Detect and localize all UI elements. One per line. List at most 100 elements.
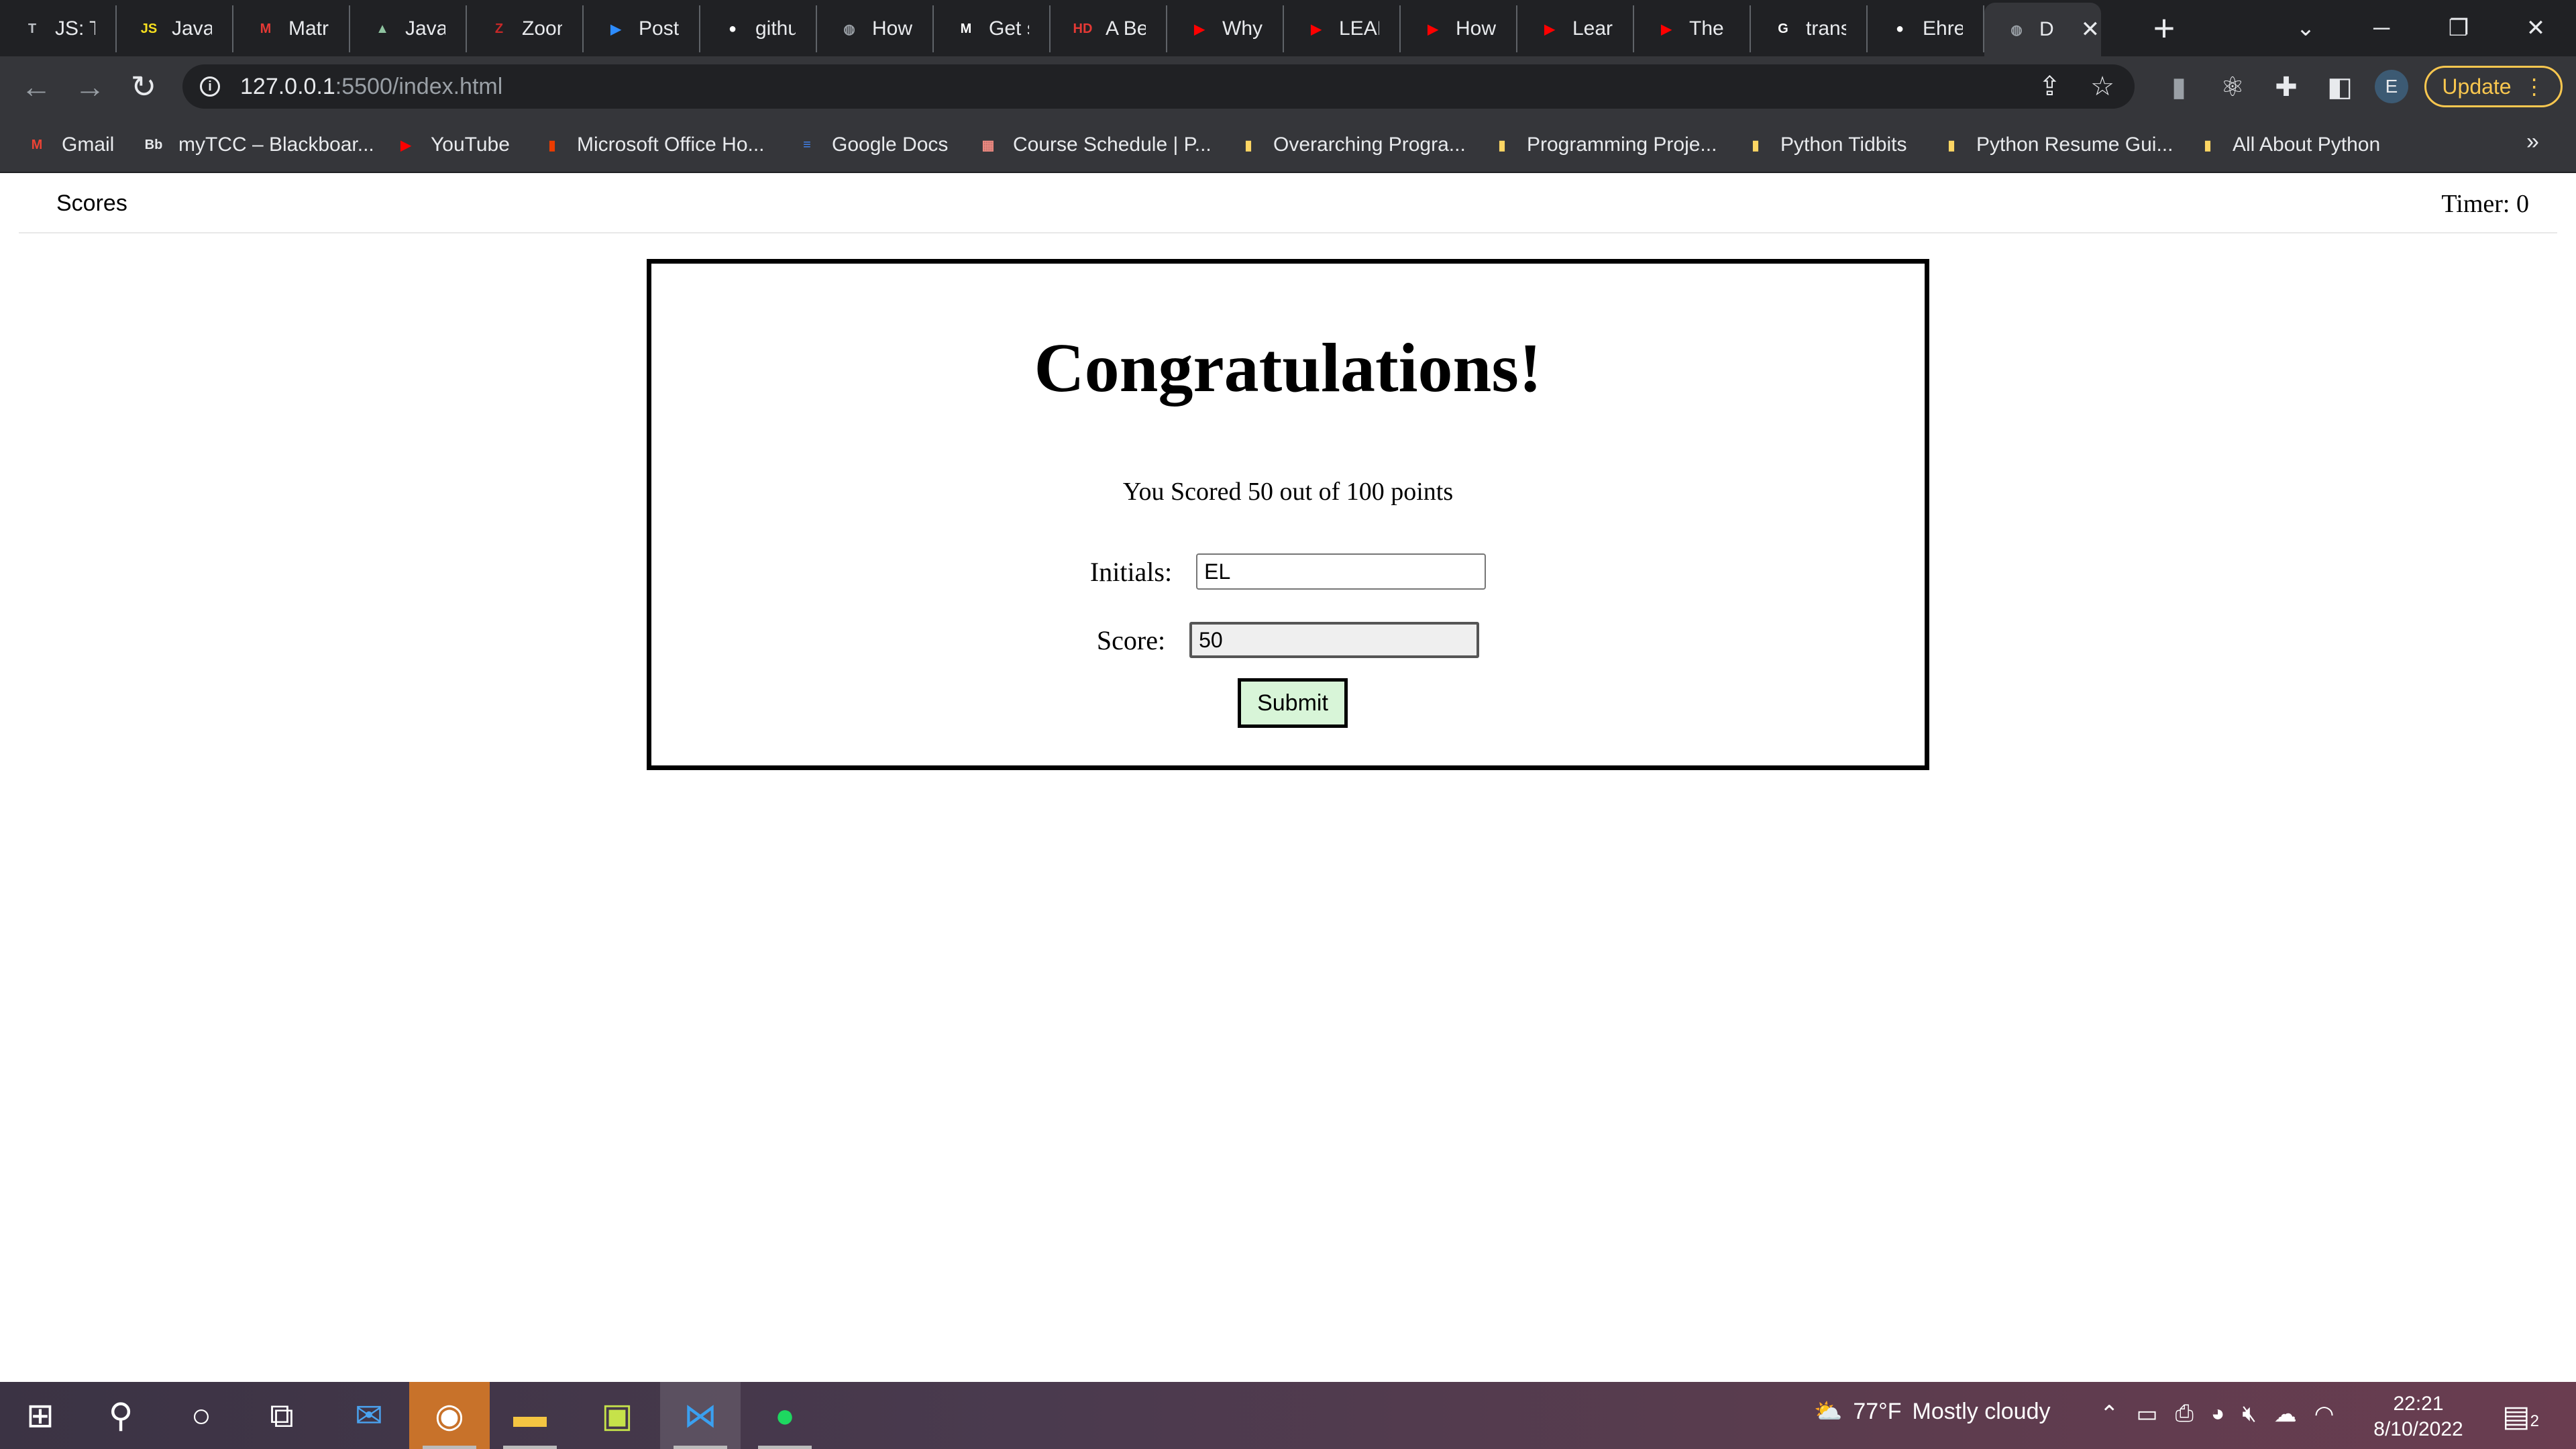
browser-tab[interactable]: ▶ Why (1167, 5, 1284, 52)
tab-title: JavaS (172, 17, 212, 40)
more-menu-icon: ⋮ (2523, 74, 2545, 99)
system-clock[interactable]: 22:21 8/10/2022 (2368, 1391, 2469, 1442)
tab-favicon-icon: ▶ (1311, 21, 1322, 37)
tab-search-icon[interactable]: ⌄ (2269, 7, 2343, 50)
restore-button[interactable]: ❐ (2422, 7, 2496, 50)
tab-title: Matri (288, 17, 329, 40)
mail-icon[interactable]: ✉ (329, 1382, 409, 1449)
browser-tab[interactable]: ▶ The R (1634, 5, 1751, 52)
vscode-icon[interactable]: ⋈ (660, 1382, 741, 1449)
bookmark-favicon-icon: ▮ (1244, 138, 1252, 153)
react-extension-icon[interactable]: ⚛ (2214, 68, 2251, 106)
initials-input[interactable] (1196, 553, 1487, 590)
tab-title: D (2039, 18, 2054, 40)
weather-condition: Mostly cloudy (1912, 1398, 2051, 1424)
page-header: Scores Timer: 0 (19, 190, 2557, 233)
volume-muted-icon[interactable]: 🔇︎ (2242, 1401, 2256, 1428)
browser-tab[interactable]: ▶ Post / (584, 5, 700, 52)
bookmark-item[interactable]: Bb myTCC – Blackboar... (142, 129, 374, 161)
scores-link[interactable]: Scores (56, 191, 127, 217)
tab-title: JavaS (405, 17, 445, 40)
bookmark-star-icon[interactable]: ☆ (2090, 71, 2114, 102)
browser-tab[interactable]: HD A Beg (1051, 5, 1167, 52)
close-window-button[interactable]: ✕ (2499, 7, 2573, 50)
page-content: Scores Timer: 0 Congratulations! You Sco… (0, 173, 2576, 1382)
task-view-icon[interactable]: ⧉ (241, 1382, 322, 1449)
bookmarks-overflow-icon[interactable]: » (2526, 129, 2539, 155)
bookmark-item[interactable]: ▮ Microsoft Office Ho... (541, 129, 764, 161)
forward-arrow-icon[interactable]: → (70, 66, 110, 107)
browser-tab[interactable]: Z Zoom (467, 5, 584, 52)
browser-tab[interactable]: ▶ How (1401, 5, 1517, 52)
notification-center-icon[interactable]: ▤2 (2502, 1399, 2539, 1434)
bookmark-favicon-icon: ▮ (2204, 138, 2212, 153)
update-button[interactable]: Update ⋮ (2424, 66, 2563, 107)
site-info-icon[interactable]: i (200, 76, 220, 97)
congratulations-heading: Congratulations! (1034, 329, 1542, 407)
initials-row: Initials: (651, 553, 1925, 590)
tab-favicon-icon: M (960, 21, 972, 36)
browser-tab[interactable]: ● Ehren (1868, 5, 1984, 52)
browser-toolbar: ← → ↻ i 127.0.0.1:5500/index.html ⇪ ☆ ▮ … (0, 56, 2576, 117)
browser-tab[interactable]: JS JavaS (117, 5, 233, 52)
browser-tab[interactable]: ▲ JavaS (350, 5, 467, 52)
browser-tab[interactable]: M Matri (233, 5, 350, 52)
active-browser-tab[interactable]: ◍ D ✕ (1984, 3, 2101, 56)
bookmark-item[interactable]: ≡ Google Docs (796, 129, 948, 161)
battery-icon[interactable]: ▭ (2137, 1401, 2158, 1428)
back-arrow-icon[interactable]: ← (16, 66, 56, 107)
submit-button[interactable]: Submit (1238, 678, 1348, 728)
browser-tab[interactable]: ◍ How (817, 5, 934, 52)
bookmark-item[interactable]: ▮ All About Python (2196, 129, 2380, 161)
score-input (1189, 622, 1480, 658)
bookmark-label: myTCC – Blackboar... (178, 133, 374, 156)
windows-start-icon[interactable]: ⊞ (0, 1382, 80, 1449)
side-panel-icon[interactable]: ◧ (2321, 68, 2359, 106)
wifi-icon[interactable]: ◠ (2314, 1401, 2334, 1428)
address-bar[interactable]: i 127.0.0.1:5500/index.html ⇪ ☆ (182, 64, 2135, 109)
bookmark-item[interactable]: ▮ Python Resume Gui... (1940, 129, 2173, 161)
onedrive-icon[interactable]: ☁ (2274, 1401, 2297, 1428)
pycharm-icon[interactable]: ▣ (577, 1382, 657, 1449)
security-icon[interactable]: ◕ (2211, 1401, 2225, 1428)
tab-title: JS: Tr (55, 17, 95, 40)
extension-mouse-icon[interactable]: ▮ (2160, 68, 2198, 106)
browser-tab[interactable]: T JS: Tr (0, 5, 117, 52)
score-message: You Scored 50 out of 100 points (1122, 478, 1454, 506)
tab-favicon-icon: ● (728, 21, 737, 36)
score-row: Score: (651, 622, 1925, 658)
file-explorer-icon[interactable]: ▬ (490, 1382, 570, 1449)
browser-tab[interactable]: ▶ LEARI (1284, 5, 1401, 52)
bookmark-favicon-icon: ▮ (1752, 138, 1760, 153)
profile-avatar[interactable]: E (2375, 70, 2408, 103)
results-card: Congratulations! You Scored 50 out of 10… (647, 259, 1929, 770)
new-tab-button[interactable]: + (2144, 9, 2184, 50)
browser-tab[interactable]: M Get st (934, 5, 1051, 52)
browser-tab[interactable]: Gtransl (1751, 5, 1868, 52)
browser-tab[interactable]: ▶ Learn (1517, 5, 1634, 52)
bookmark-item[interactable]: M Gmail (25, 129, 115, 161)
bookmark-item[interactable]: ▮ Programming Proje... (1491, 129, 1717, 161)
browser-tab[interactable]: ● githul (700, 5, 817, 52)
chevron-up-icon[interactable]: ⌃ (2100, 1401, 2119, 1428)
reload-icon[interactable]: ↻ (123, 66, 164, 107)
spotify-icon[interactable]: ● (745, 1382, 825, 1449)
tab-title: Ehren (1923, 17, 1963, 40)
search-icon[interactable]: ⚲ (80, 1382, 161, 1449)
tab-title: Learn (1572, 17, 1613, 40)
bookmark-item[interactable]: ▶ YouTube (394, 129, 510, 161)
puzzle-icon[interactable]: ✚ (2267, 68, 2305, 106)
close-tab-icon[interactable]: ✕ (2081, 16, 2100, 43)
weather-widget[interactable]: ⛅ 77°F Mostly cloudy (1814, 1398, 2051, 1425)
bookmark-item[interactable]: ▮ Python Tidbits (1744, 129, 1907, 161)
bookmark-item[interactable]: ▮ Overarching Progra... (1237, 129, 1465, 161)
minimize-button[interactable]: ─ (2345, 7, 2418, 50)
tab-favicon-icon: ◍ (843, 21, 855, 37)
url-text[interactable]: 127.0.0.1:5500/index.html (240, 74, 502, 100)
tab-favicon-icon: ▲ (376, 21, 389, 36)
cortana-icon[interactable]: ○ (161, 1382, 241, 1449)
meet-now-icon[interactable]: ⎙ (2176, 1401, 2194, 1428)
bookmark-item[interactable]: ▦ Course Schedule | P... (977, 129, 1212, 161)
share-icon[interactable]: ⇪ (2039, 71, 2061, 102)
chrome-icon[interactable]: ◉ (409, 1382, 490, 1449)
